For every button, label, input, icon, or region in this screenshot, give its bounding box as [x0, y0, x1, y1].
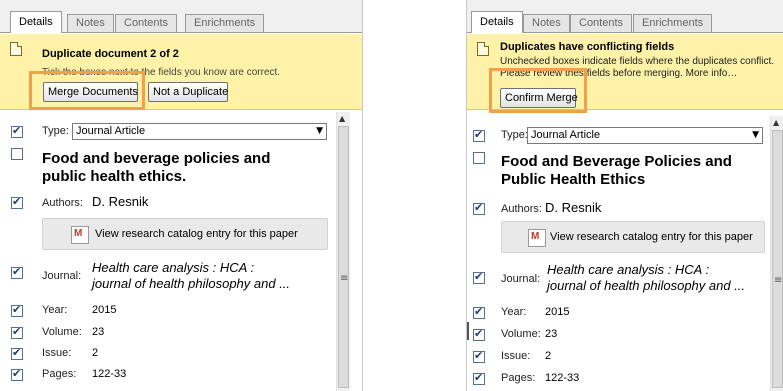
- journal-label: Journal:: [42, 270, 82, 282]
- journal-value[interactable]: Health care analysis : HCA : journal of …: [547, 262, 745, 294]
- scrollbar-thumb[interactable]: [338, 126, 349, 388]
- journal-line-1: Health care analysis : HCA :: [547, 262, 710, 277]
- tab-enrichments[interactable]: Enrichments: [185, 14, 265, 32]
- tab-details[interactable]: Details: [471, 11, 523, 33]
- scrollbar-thumb[interactable]: [772, 130, 783, 388]
- scroll-up-arrow-icon[interactable]: ▲: [773, 118, 779, 127]
- tab-enrichments[interactable]: Enrichments: [633, 14, 713, 32]
- document-title: Food and Beverage Policies and Public He…: [501, 153, 732, 188]
- type-label: Type:: [42, 125, 69, 137]
- pages-value[interactable]: 122-33: [545, 372, 579, 384]
- duplicate-notice: Duplicate document 2 of 2 Tick the boxes…: [0, 34, 362, 110]
- pages-value[interactable]: 122-33: [92, 368, 126, 380]
- year-value[interactable]: 2015: [545, 306, 569, 318]
- document-icon: [477, 42, 489, 56]
- authors-value[interactable]: D. Resnik: [92, 194, 148, 209]
- catalog-button-label: View research catalog entry for this pap…: [95, 228, 298, 240]
- conflict-notice: Duplicates have conflicting fields Unche…: [467, 34, 783, 113]
- chevron-down-icon: ▼: [316, 126, 323, 136]
- resize-handle[interactable]: [467, 322, 469, 340]
- journal-checkbox[interactable]: [473, 270, 485, 284]
- scrollbar-grip-icon: ≡: [340, 273, 349, 284]
- notice-message-line-1: Unchecked boxes indicate fields where th…: [500, 56, 775, 67]
- pages-label: Pages:: [42, 368, 77, 380]
- volume-checkbox[interactable]: [473, 327, 485, 341]
- journal-line-2: journal of health philosophy and ...: [547, 278, 746, 293]
- pages-checkbox[interactable]: [473, 371, 485, 385]
- notice-title: Duplicate document 2 of 2: [42, 48, 179, 60]
- type-select-value: Journal Article: [76, 125, 146, 137]
- authors-label: Authors:: [501, 203, 542, 215]
- tab-notes[interactable]: Notes: [67, 14, 114, 32]
- document-title: Food and beverage policies and public he…: [42, 150, 271, 185]
- tab-details[interactable]: Details: [10, 11, 62, 33]
- type-checkbox[interactable]: [473, 128, 485, 142]
- volume-label: Volume:: [501, 328, 541, 340]
- research-catalog-icon: M: [528, 229, 546, 247]
- journal-checkbox[interactable]: [11, 265, 23, 279]
- year-value[interactable]: 2015: [92, 304, 116, 316]
- document-icon: [10, 42, 22, 56]
- type-label: Type:: [501, 129, 528, 141]
- journal-line-1: Health care analysis : HCA :: [92, 260, 255, 275]
- authors-label: Authors:: [42, 197, 83, 209]
- pages-checkbox[interactable]: [11, 367, 23, 381]
- tab-contents[interactable]: Contents: [115, 14, 178, 32]
- right-details-panel: Details Notes Contents Enrichments Dupli…: [466, 0, 783, 391]
- type-select-value: Journal Article: [531, 129, 601, 141]
- tab-bar: Details Notes Contents Enrichments: [0, 0, 362, 33]
- issue-checkbox[interactable]: [11, 346, 23, 360]
- volume-label: Volume:: [42, 326, 82, 338]
- journal-label: Journal:: [501, 273, 541, 285]
- volume-checkbox[interactable]: [11, 325, 23, 339]
- type-select[interactable]: Journal Article ▼: [72, 123, 327, 140]
- issue-value[interactable]: 2: [545, 350, 551, 362]
- year-label: Year:: [42, 304, 68, 316]
- journal-value[interactable]: Health care analysis : HCA : journal of …: [92, 260, 290, 292]
- highlight-box: [29, 71, 145, 110]
- more-info-link[interactable]: More info…: [686, 68, 738, 79]
- authors-checkbox[interactable]: [473, 201, 485, 215]
- year-checkbox[interactable]: [11, 303, 23, 317]
- issue-value[interactable]: 2: [92, 347, 98, 359]
- year-label: Year:: [501, 306, 527, 318]
- volume-value[interactable]: 23: [545, 328, 557, 340]
- chevron-down-icon: ▼: [752, 130, 759, 140]
- authors-value[interactable]: D. Resnik: [545, 200, 601, 215]
- view-catalog-button[interactable]: M View research catalog entry for this p…: [501, 221, 765, 253]
- scroll-up-arrow-icon[interactable]: ▲: [339, 114, 345, 123]
- scrollbar-grip-icon: ≡: [774, 275, 783, 286]
- view-catalog-button[interactable]: M View research catalog entry for this p…: [42, 218, 328, 250]
- pages-label: Pages:: [501, 372, 536, 384]
- year-checkbox[interactable]: [473, 305, 485, 319]
- type-select[interactable]: Journal Article ▼: [527, 127, 763, 144]
- tab-bar: Details Notes Contents Enrichments: [467, 0, 783, 33]
- authors-checkbox[interactable]: [11, 195, 23, 209]
- tab-notes[interactable]: Notes: [523, 14, 570, 32]
- not-a-duplicate-button[interactable]: Not a Duplicate: [148, 82, 228, 102]
- notice-title: Duplicates have conflicting fields: [500, 41, 675, 53]
- issue-checkbox[interactable]: [473, 349, 485, 363]
- catalog-button-label: View research catalog entry for this pap…: [550, 231, 753, 243]
- journal-line-2: journal of health philosophy and ...: [92, 276, 291, 291]
- vertical-scrollbar[interactable]: ▲ ≡: [770, 116, 783, 391]
- title-checkbox[interactable]: [473, 152, 485, 164]
- vertical-scrollbar[interactable]: ▲ ≡: [336, 112, 350, 391]
- issue-label: Issue:: [501, 350, 531, 362]
- volume-value[interactable]: 23: [92, 326, 104, 338]
- left-details-panel: Details Notes Contents Enrichments Dupli…: [0, 0, 363, 391]
- tab-contents[interactable]: Contents: [570, 14, 633, 32]
- type-checkbox[interactable]: [11, 124, 23, 138]
- research-catalog-icon: M: [71, 226, 89, 244]
- title-checkbox[interactable]: [11, 148, 23, 160]
- issue-label: Issue:: [42, 347, 72, 359]
- highlight-box: [489, 68, 587, 113]
